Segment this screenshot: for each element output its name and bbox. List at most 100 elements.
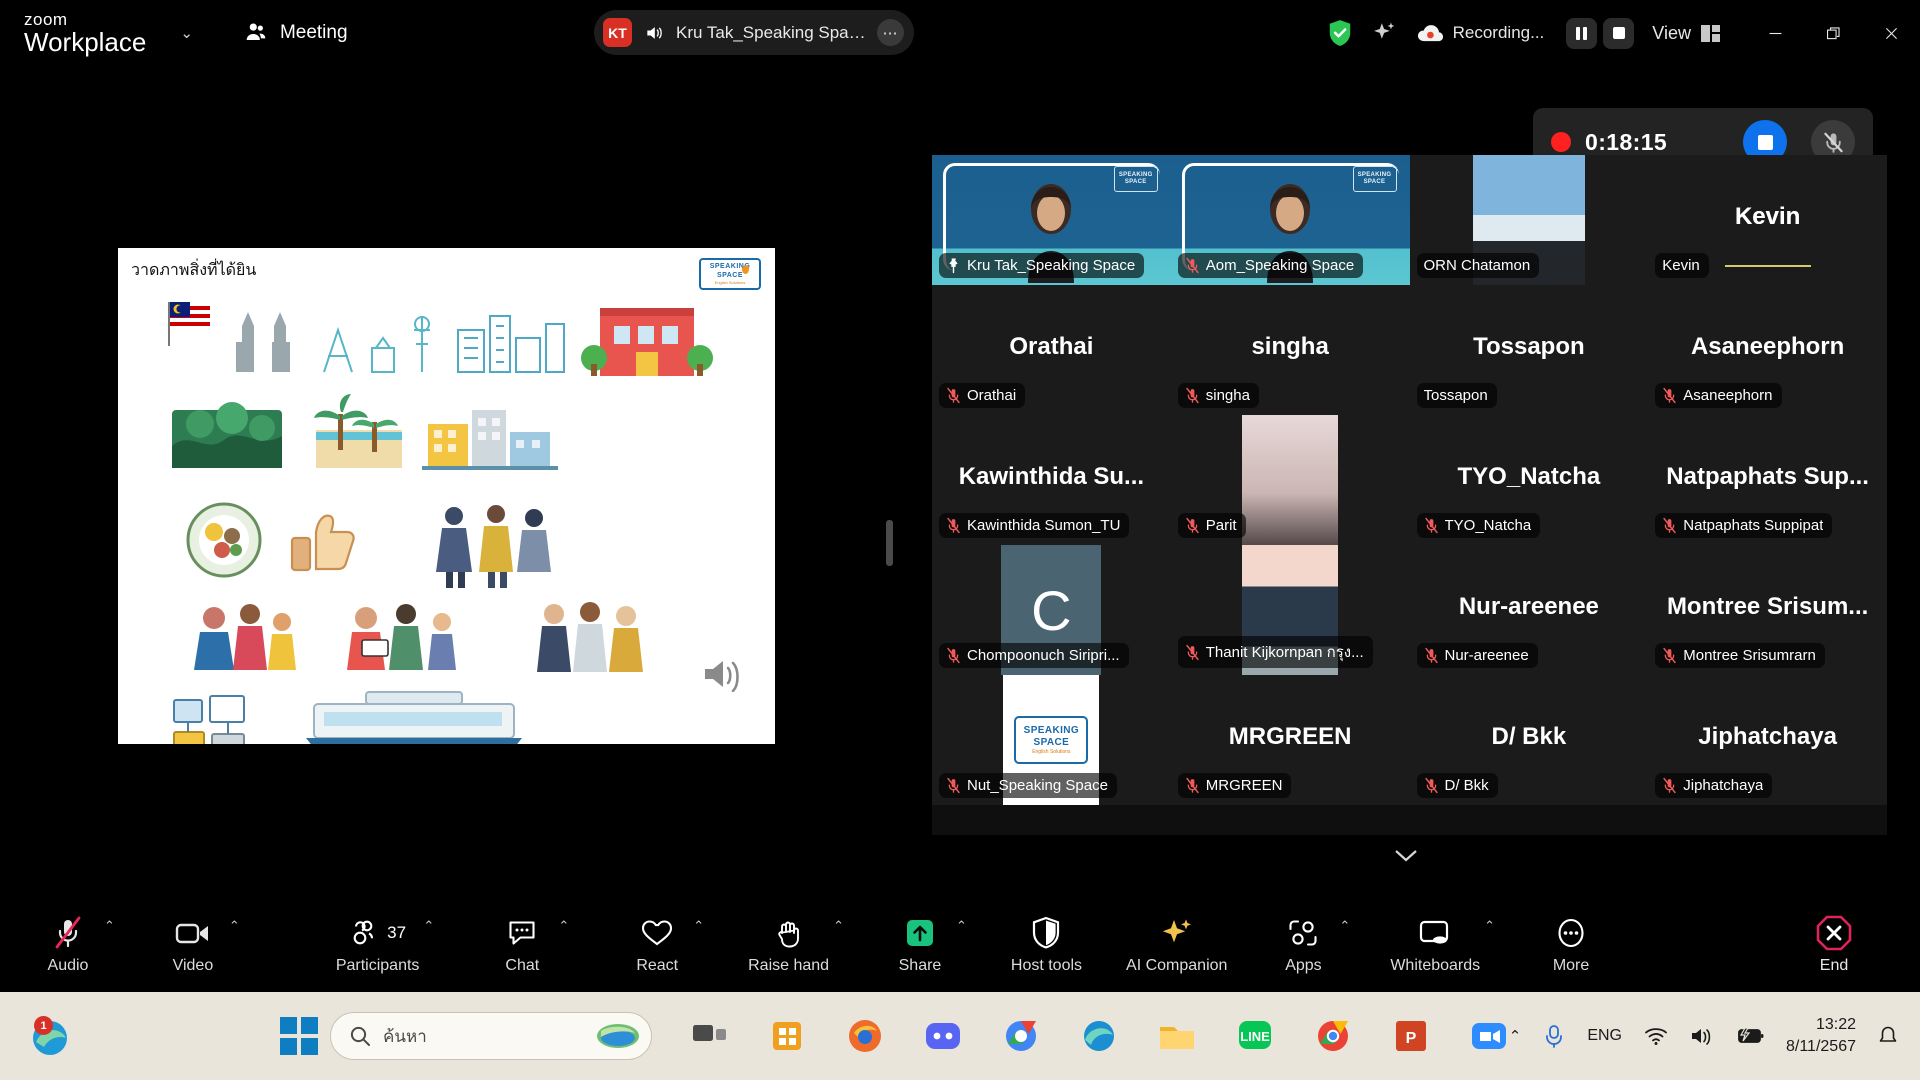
participants-button[interactable]: 37 Participants (336, 896, 419, 992)
volume-icon[interactable] (1690, 1026, 1714, 1046)
participant-tile[interactable]: Montree Srisum... Montree Srisumrarn (1648, 545, 1887, 675)
share-options-chevron-icon[interactable]: ⌃ (956, 918, 967, 934)
participant-tile[interactable]: singha singha (1170, 285, 1410, 415)
pause-recording-button[interactable] (1566, 17, 1598, 49)
close-button[interactable] (1862, 0, 1920, 66)
raise-hand-control-group: Raise hand ⌃ (748, 896, 844, 992)
firefox-icon[interactable] (842, 1013, 888, 1059)
audio-label: Audio (47, 956, 89, 974)
react-options-chevron-icon[interactable]: ⌃ (693, 918, 704, 934)
line-icon[interactable]: LINE (1232, 1013, 1278, 1059)
audio-button[interactable]: Audio (36, 896, 100, 992)
chrome-beta-icon[interactable] (998, 1013, 1044, 1059)
raise-hand-options-chevron-icon[interactable]: ⌃ (833, 918, 844, 934)
tile-name-badge: MRGREEN (1177, 773, 1292, 798)
apps-button[interactable]: Apps (1271, 896, 1335, 992)
share-control-group: Share ⌃ (888, 896, 967, 992)
stop-recording-button[interactable] (1603, 17, 1635, 49)
taskbar-clock[interactable]: 13:22 8/11/2567 (1786, 1014, 1856, 1057)
end-meeting-button[interactable]: End (1802, 896, 1866, 992)
participant-tile[interactable]: ORN Chatamon (1409, 155, 1649, 285)
share-divider-handle[interactable] (886, 520, 893, 566)
minimize-button[interactable] (1746, 0, 1804, 66)
whiteboard-icon (1418, 914, 1452, 952)
people-icon (246, 23, 266, 41)
start-button[interactable] (280, 1017, 318, 1055)
whiteboards-options-chevron-icon[interactable]: ⌃ (1484, 918, 1495, 934)
participant-tile[interactable]: Jiphatchaya Jiphatchaya (1648, 675, 1887, 805)
participant-tile[interactable]: Thanit Kijkornpan กรุง... (1170, 545, 1410, 675)
search-icon (350, 1026, 370, 1046)
share-button[interactable]: Share (888, 896, 952, 992)
raise-hand-button[interactable]: Raise hand (748, 896, 829, 992)
tile-participant-name: Nur-areenee (1444, 647, 1529, 664)
participant-tile[interactable]: Kevin Kevin Kevin (1648, 155, 1887, 285)
participant-tile[interactable]: D/ Bkk D/ Bkk (1409, 675, 1649, 805)
meeting-more-button[interactable]: ⋯ (877, 19, 904, 46)
whiteboards-button[interactable]: Whiteboards (1390, 896, 1480, 992)
participant-tile[interactable]: C Chompoonuch Siripri... (932, 545, 1171, 675)
participant-tile[interactable]: Tossapon Tossapon (1409, 285, 1649, 415)
chat-options-chevron-icon[interactable]: ⌃ (558, 918, 569, 934)
chrome-icon[interactable] (1310, 1013, 1356, 1059)
tile-name-badge: ORN Chatamon (1416, 253, 1540, 278)
ai-companion-button[interactable]: AI Companion (1126, 896, 1227, 992)
tray-expand-chevron-icon[interactable]: ⌃ (1509, 1027, 1522, 1045)
participant-tile[interactable]: Kawinthida Su... Kawinthida Sumon_TU (932, 415, 1171, 545)
active-meeting-pill[interactable]: KT Kru Tak_Speaking Space's sc ⋯ (594, 10, 914, 55)
participants-options-chevron-icon[interactable]: ⌃ (423, 918, 434, 934)
tile-participant-name: Nut_Speaking Space (967, 777, 1108, 794)
tray-mic-icon[interactable] (1543, 1023, 1565, 1049)
participant-tile[interactable]: Nur-areenee Nur-areenee (1409, 545, 1649, 675)
participant-tile[interactable]: Orathai Orathai (932, 285, 1171, 415)
heart-icon (640, 914, 674, 952)
host-tools-button[interactable]: Host tools (1011, 896, 1082, 992)
taskview-icon[interactable] (686, 1013, 732, 1059)
participant-tile[interactable]: Asaneephorn Asaneephorn (1648, 285, 1887, 415)
taskbar-edge-icon[interactable]: 1 (22, 1012, 78, 1060)
tile-name-badge: Aom_Speaking Space (1177, 253, 1364, 278)
tile-accent-underline (1724, 265, 1811, 267)
video-button[interactable]: Video (161, 896, 225, 992)
meeting-tab[interactable]: Meeting (243, 20, 348, 46)
wifi-icon[interactable] (1644, 1026, 1668, 1046)
store-icon[interactable] (764, 1013, 810, 1059)
chat-button[interactable]: Chat (490, 896, 554, 992)
audio-options-chevron-icon[interactable]: ⌃ (104, 918, 115, 934)
apps-options-chevron-icon[interactable]: ⌃ (1339, 918, 1350, 934)
recording-label: Recording... (1452, 23, 1545, 42)
meeting-avatar: KT (603, 18, 632, 47)
notification-bell-icon[interactable] (1878, 1025, 1898, 1047)
security-shield-icon[interactable] (1327, 19, 1353, 47)
maximize-restore-button[interactable] (1804, 0, 1862, 66)
participant-tile[interactable]: TYO_Natcha TYO_Natcha (1409, 415, 1649, 545)
powerpoint-icon[interactable]: P (1388, 1013, 1434, 1059)
participant-tile[interactable]: SPEAKING SPACE Aom_Speaking Space (1170, 155, 1410, 285)
mic-off-icon (947, 647, 960, 664)
tray-language[interactable]: ENG (1587, 1027, 1622, 1045)
participant-tile[interactable]: Natpaphats Sup... Natpaphats Suppipat (1648, 415, 1887, 545)
zoom-wordmark: zoom (24, 10, 68, 29)
react-button[interactable]: React (625, 896, 689, 992)
shared-slide[interactable]: วาดภาพสิ่งที่ได้ยิน SPEAKING SPACE Engli… (118, 248, 775, 744)
zoom-taskbar-icon[interactable] (1466, 1013, 1512, 1059)
video-control-group: Video ⌃ (161, 896, 240, 992)
view-button[interactable]: View (1652, 23, 1720, 44)
edge-icon[interactable] (1076, 1013, 1122, 1059)
participant-tile[interactable]: SPEAKING SPACE Kru Tak_Speaking Space (932, 155, 1171, 285)
file-explorer-icon[interactable] (1154, 1013, 1200, 1059)
more-button[interactable]: More (1539, 896, 1603, 992)
participant-tile[interactable]: MRGREEN MRGREEN (1170, 675, 1410, 805)
chat-label: Chat (505, 956, 540, 974)
ai-sparkle-icon[interactable] (1371, 20, 1397, 46)
svg-text:P: P (1406, 1030, 1417, 1047)
workspace-chevron-down-icon[interactable]: ⌄ (172, 16, 201, 50)
grid-next-page-button[interactable] (1347, 838, 1465, 872)
video-options-chevron-icon[interactable]: ⌃ (229, 918, 240, 934)
participant-tile[interactable]: Parit (1170, 415, 1410, 545)
taskbar-search[interactable]: ค้นหา (330, 1012, 652, 1060)
discord-icon[interactable] (920, 1013, 966, 1059)
participant-tile[interactable]: SPEAKING SPACE English Solutions Nut_Speak… (932, 675, 1171, 805)
shared-screen-stage: วาดภาพสิ่งที่ได้ยิน SPEAKING SPACE Engli… (8, 248, 884, 962)
battery-charging-icon[interactable] (1736, 1026, 1764, 1046)
